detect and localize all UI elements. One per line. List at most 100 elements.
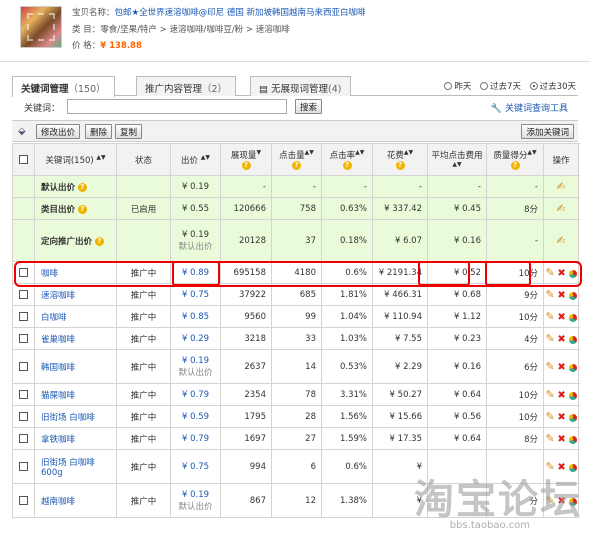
- bid-cell[interactable]: ¥ 0.75: [170, 283, 221, 306]
- filter-icon[interactable]: ⬙: [18, 126, 26, 137]
- header-bid[interactable]: 出价 ▲▼: [170, 143, 221, 176]
- header-avg-cpc[interactable]: 平均点击费用▲▼: [427, 143, 487, 176]
- copy-button[interactable]: 复制: [115, 124, 143, 139]
- help-icon[interactable]: ?: [241, 160, 251, 170]
- bid-cell[interactable]: ¥ 0.79: [170, 383, 221, 406]
- tab-content-management[interactable]: 推广内容管理（2）: [136, 76, 237, 96]
- delete-icon[interactable]: ✖: [557, 390, 565, 401]
- edit-hand-icon[interactable]: ✍: [556, 202, 565, 215]
- keyword-link[interactable]: 旧街场 白咖啡: [41, 413, 95, 423]
- tab-no-impression-words[interactable]: ▤ 无展现词管理(4): [250, 76, 351, 96]
- bid-value[interactable]: ¥ 0.19: [182, 490, 209, 500]
- edit-icon[interactable]: ✎: [545, 332, 554, 345]
- delete-icon[interactable]: ✖: [557, 290, 565, 301]
- product-thumbnail[interactable]: [20, 6, 62, 48]
- report-icon[interactable]: [568, 335, 577, 344]
- radio-last-30-days[interactable]: [529, 82, 538, 90]
- delete-icon[interactable]: ✖: [557, 312, 565, 323]
- bid-cell[interactable]: ¥ 0.19 默认出价: [170, 219, 221, 262]
- bid-cell[interactable]: ¥ 0.75: [170, 449, 221, 484]
- report-icon[interactable]: [568, 313, 577, 322]
- bid-cell[interactable]: ¥ 0.85: [170, 305, 221, 328]
- help-icon[interactable]: ?: [395, 160, 405, 170]
- keyword-link[interactable]: 雀巢咖啡: [41, 335, 75, 345]
- bid-value[interactable]: ¥ 0.75: [182, 290, 209, 300]
- row-checkbox[interactable]: [19, 361, 28, 371]
- report-icon[interactable]: [568, 363, 577, 372]
- keyword-link[interactable]: 越南咖啡: [41, 497, 75, 507]
- help-icon[interactable]: ?: [94, 236, 104, 246]
- help-icon[interactable]: ?: [77, 182, 87, 192]
- bid-cell[interactable]: ¥ 0.19 默认出价: [170, 483, 221, 518]
- add-keyword-button[interactable]: 添加关键词: [521, 124, 574, 139]
- header-select-all[interactable]: [12, 143, 35, 176]
- header-impressions[interactable]: 展现量▼?: [220, 143, 272, 176]
- help-icon[interactable]: ?: [510, 160, 520, 170]
- delete-icon[interactable]: ✖: [557, 268, 565, 279]
- keyword-search-input[interactable]: [67, 99, 287, 114]
- product-name-link[interactable]: 包邮★全世界速溶咖啡@印尼 德国 新加坡韩国越南马来西亚白咖啡: [115, 8, 366, 18]
- edit-hand-icon[interactable]: ✍: [556, 180, 565, 193]
- header-clicks[interactable]: 点击量▲▼?: [271, 143, 322, 176]
- edit-icon[interactable]: ✎: [545, 360, 554, 373]
- keyword-tool-link[interactable]: 🔧 关键词查询工具: [491, 101, 568, 114]
- row-checkbox[interactable]: [19, 411, 28, 421]
- keyword-link[interactable]: 韩国咖啡: [41, 363, 75, 373]
- row-checkbox[interactable]: [19, 267, 28, 277]
- header-keyword[interactable]: 关键词(150) ▲▼: [34, 143, 117, 176]
- delete-icon[interactable]: ✖: [557, 434, 565, 445]
- bid-cell[interactable]: ¥ 0.79: [170, 427, 221, 450]
- row-checkbox[interactable]: [19, 311, 28, 321]
- bid-cell[interactable]: ¥ 0.19: [170, 175, 221, 198]
- search-button[interactable]: 搜索: [295, 99, 323, 114]
- delete-icon[interactable]: ✖: [557, 362, 565, 373]
- bid-value[interactable]: ¥ 0.85: [182, 312, 209, 322]
- bid-value[interactable]: ¥ 0.79: [182, 390, 209, 400]
- report-icon[interactable]: [568, 291, 577, 300]
- bid-value[interactable]: ¥ 0.79: [182, 434, 209, 444]
- select-all-checkbox[interactable]: [19, 154, 28, 164]
- radio-yesterday[interactable]: [444, 82, 453, 90]
- bid-cell[interactable]: ¥ 0.29: [170, 327, 221, 350]
- keyword-link[interactable]: 白咖啡: [41, 313, 67, 323]
- bid-value[interactable]: ¥ 0.29: [182, 334, 209, 344]
- keyword-link[interactable]: 咖啡: [41, 269, 58, 279]
- report-icon[interactable]: [568, 269, 577, 278]
- edit-icon[interactable]: ✎: [545, 310, 554, 323]
- report-icon[interactable]: [568, 413, 577, 422]
- header-ctr[interactable]: 点击率▲▼?: [321, 143, 373, 176]
- keyword-link[interactable]: 速溶咖啡: [41, 291, 75, 301]
- row-checkbox[interactable]: [19, 389, 28, 399]
- help-icon[interactable]: ?: [342, 160, 352, 170]
- keyword-link[interactable]: 旧街场 白咖啡 600g: [41, 458, 95, 478]
- help-icon[interactable]: ?: [292, 160, 301, 170]
- radio-last-7-days[interactable]: [480, 82, 489, 90]
- keyword-link[interactable]: 猫屎咖啡: [41, 391, 75, 401]
- bid-value[interactable]: ¥ 0.19: [182, 356, 209, 366]
- row-checkbox[interactable]: [19, 433, 28, 443]
- report-icon[interactable]: [568, 391, 577, 400]
- bid-value[interactable]: ¥ 0.89: [182, 268, 209, 278]
- bid-cell[interactable]: ¥ 0.59: [170, 405, 221, 428]
- edit-icon[interactable]: ✎: [545, 288, 554, 301]
- edit-bid-button[interactable]: 修改出价: [36, 124, 81, 139]
- help-icon[interactable]: ?: [77, 204, 87, 214]
- report-icon[interactable]: [568, 435, 577, 444]
- delete-icon[interactable]: ✖: [557, 334, 565, 345]
- bid-value[interactable]: ¥ 0.75: [182, 462, 209, 472]
- header-quality-score[interactable]: 质量得分▲▼?: [486, 143, 544, 176]
- delete-icon[interactable]: ✖: [557, 412, 565, 423]
- tab-keyword-management[interactable]: 关键词管理（150）: [12, 76, 115, 97]
- bid-cell[interactable]: ¥ 0.55: [170, 197, 221, 220]
- bid-cell[interactable]: ¥ 0.89: [170, 261, 221, 284]
- row-checkbox[interactable]: [19, 333, 28, 343]
- edit-icon[interactable]: ✎: [545, 388, 554, 401]
- edit-icon[interactable]: ✎: [545, 432, 554, 445]
- header-cost[interactable]: 花费▲▼?: [372, 143, 428, 176]
- delete-button[interactable]: 删除: [85, 124, 113, 139]
- bid-cell[interactable]: ¥ 0.19 默认出价: [170, 349, 221, 384]
- keyword-link[interactable]: 拿铁咖啡: [41, 435, 75, 445]
- edit-hand-icon[interactable]: ✍: [556, 234, 565, 247]
- edit-icon[interactable]: ✎: [545, 410, 554, 423]
- edit-icon[interactable]: ✎: [545, 266, 554, 279]
